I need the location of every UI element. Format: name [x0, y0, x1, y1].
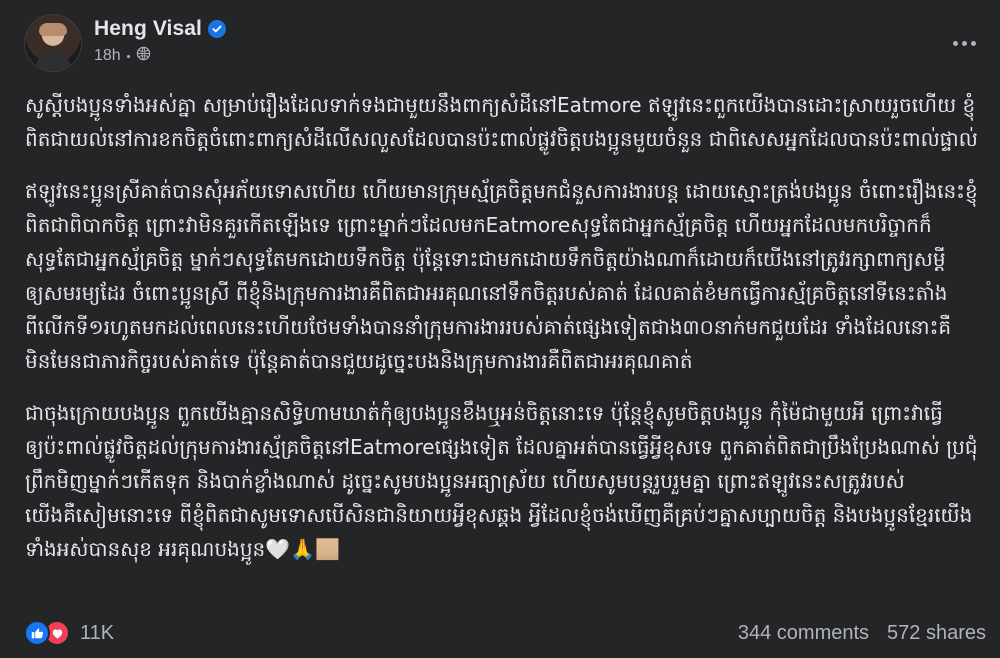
verified-badge-icon — [208, 20, 226, 38]
more-options-icon[interactable] — [944, 30, 984, 56]
like-reaction-icon — [24, 620, 50, 646]
more-dot — [952, 40, 958, 46]
author-name-row: Heng Visal — [94, 15, 226, 43]
reactions-count[interactable]: 11K — [80, 622, 114, 645]
post-header: Heng Visal 18h — [24, 14, 984, 74]
post-time-link[interactable]: 18h — [94, 47, 121, 65]
post-meta-row: 18h — [94, 46, 151, 66]
post-paragraph: សូស្តីបងប្អូនទាំងអស់គ្នា សម្រាប់រឿងដែលទា… — [25, 93, 978, 151]
globe-icon[interactable] — [136, 46, 151, 66]
post-paragraph: ឥឡូវនេះប្អូនស្រីគាត់បានសុំអភ័យទោសហើយ ហើយ… — [25, 179, 978, 373]
more-dot — [961, 40, 967, 46]
post-footer: 11K 344 comments 572 shares — [24, 616, 986, 650]
author-avatar[interactable] — [24, 14, 82, 72]
shares-count-link[interactable]: 572 shares — [887, 622, 986, 645]
avatar-hair — [39, 23, 67, 36]
avatar-body — [36, 51, 70, 71]
reactions-summary[interactable]: 11K — [24, 620, 114, 646]
comments-count-link[interactable]: 344 comments — [738, 622, 869, 645]
post-stats: 344 comments 572 shares — [738, 622, 986, 645]
post-body: សូស្តីបងប្អូនទាំងអស់គ្នា សម្រាប់រឿងដែលទា… — [25, 88, 980, 566]
meta-separator — [126, 54, 130, 58]
author-name-link[interactable]: Heng Visal — [94, 17, 202, 41]
post-paragraph: ជាចុងក្រោយបងប្អូន ពួកយើងគ្មានសិទ្ធិហាមឃា… — [25, 401, 978, 561]
more-dot — [970, 40, 976, 46]
facebook-post-card: Heng Visal 18h សូស្តីបងប្អូនទាំងអស់គ្នា … — [0, 0, 1000, 658]
